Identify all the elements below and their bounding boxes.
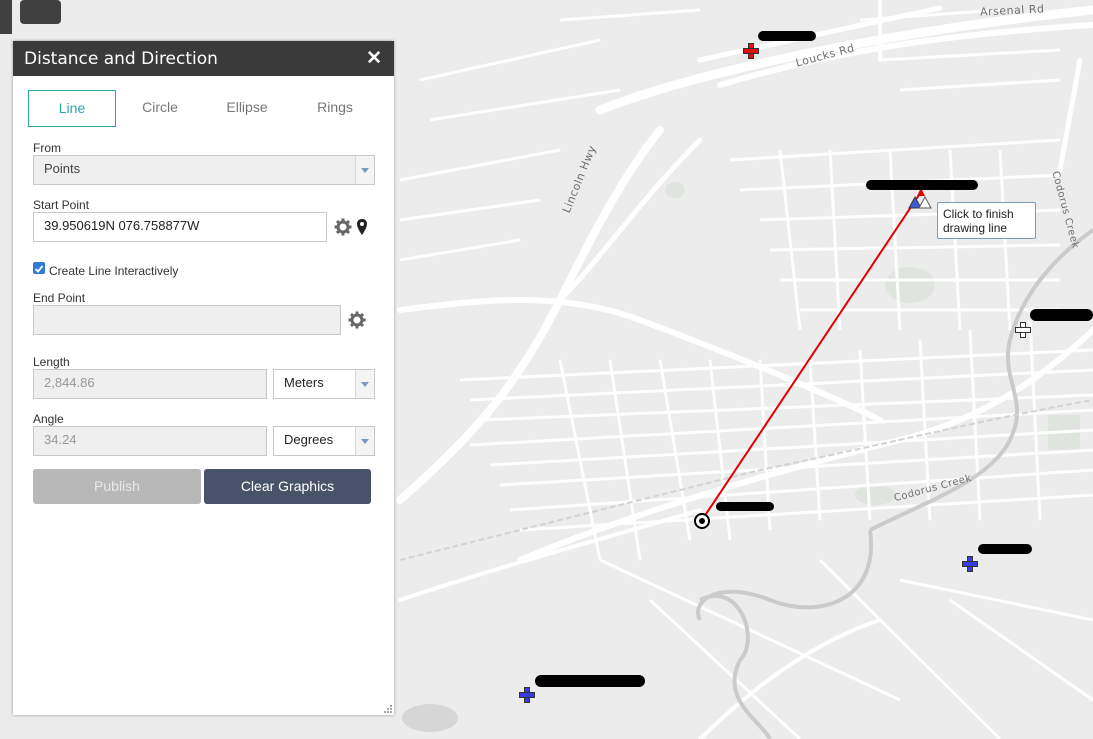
redacted-label [758, 31, 816, 41]
angle-label: Angle [33, 412, 64, 426]
drawing-tooltip: Click to finish drawing line [937, 202, 1036, 239]
panel-title: Distance and Direction [24, 49, 218, 69]
gear-icon[interactable] [348, 311, 366, 329]
tab-circle[interactable]: Circle [116, 90, 204, 127]
publish-button[interactable]: Publish [33, 469, 201, 504]
map-pin-icon[interactable] [355, 218, 369, 236]
chevron-down-icon [355, 156, 374, 184]
clear-graphics-button[interactable]: Clear Graphics [204, 469, 371, 504]
redacted-label [716, 502, 774, 511]
from-label: From [33, 141, 61, 155]
tab-ellipse[interactable]: Ellipse [203, 90, 291, 127]
chevron-down-icon [355, 427, 374, 455]
from-select[interactable]: Points [33, 155, 375, 185]
checkmark-icon [34, 265, 44, 273]
close-icon[interactable]: ✕ [366, 47, 382, 70]
chevron-down-icon [355, 370, 374, 398]
end-point-label: End Point [33, 291, 86, 305]
start-point-marker [694, 513, 710, 529]
red-cross-marker[interactable] [743, 43, 759, 59]
blue-cross-marker[interactable] [519, 687, 535, 703]
tab-bar: Line Circle Ellipse Rings [28, 90, 378, 127]
angle-unit-value: Degrees [284, 432, 334, 447]
redacted-label [978, 544, 1032, 554]
length-unit-select[interactable]: Meters [273, 369, 375, 399]
create-interactive-label[interactable]: Create Line Interactively [49, 264, 178, 278]
from-select-value: Points [44, 161, 81, 176]
gear-icon[interactable] [334, 218, 352, 236]
angle-value: 34.24 [33, 426, 267, 456]
length-label: Length [33, 355, 70, 369]
tab-line[interactable]: Line [28, 90, 116, 127]
start-point-input[interactable]: 39.950619N 076.758877W [33, 212, 327, 242]
start-point-label: Start Point [33, 198, 90, 212]
redacted-label [535, 675, 645, 687]
length-value: 2,844.86 [33, 369, 267, 399]
white-cross-marker[interactable] [1015, 322, 1031, 338]
blue-cross-marker[interactable] [962, 556, 978, 572]
end-point-input[interactable] [33, 305, 341, 335]
length-unit-value: Meters [284, 375, 324, 390]
resize-handle-icon[interactable] [384, 705, 392, 713]
tab-rings[interactable]: Rings [291, 90, 379, 127]
create-interactive-checkbox[interactable] [33, 262, 45, 274]
angle-unit-select[interactable]: Degrees [273, 426, 375, 456]
redacted-label [866, 180, 978, 190]
panel-header[interactable]: Distance and Direction ✕ [13, 41, 394, 76]
redacted-label [1030, 309, 1093, 321]
distance-direction-panel: Distance and Direction ✕ Line Circle Ell… [13, 41, 394, 715]
